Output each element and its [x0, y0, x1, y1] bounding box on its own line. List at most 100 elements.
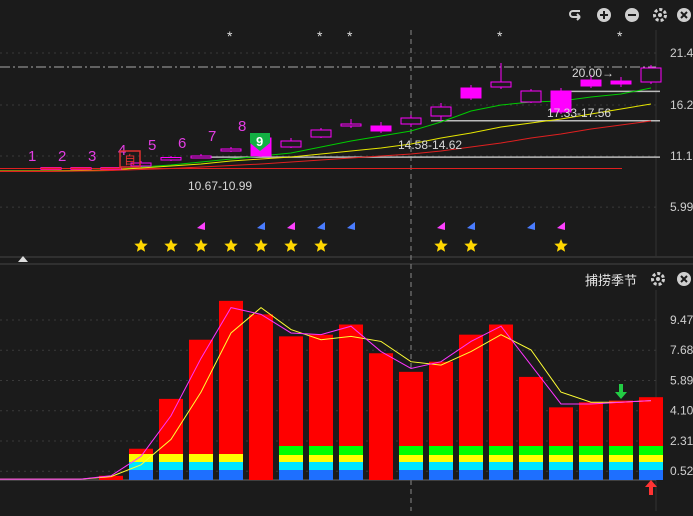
y-tick-label: 2.31	[670, 434, 693, 448]
candle	[610, 80, 632, 85]
candle	[520, 90, 542, 103]
close-icon[interactable]	[675, 270, 693, 288]
flag-marker	[437, 222, 445, 230]
band-segment	[429, 446, 453, 455]
nine-text: 9	[256, 134, 263, 149]
star-marker	[434, 239, 448, 252]
price-label: 10.67-10.99	[188, 179, 252, 193]
asterisk-marker: *	[347, 28, 353, 44]
band-segment	[189, 454, 213, 462]
flag-marker	[197, 222, 205, 230]
star-marker	[194, 239, 208, 252]
candle	[460, 87, 482, 99]
asterisk-marker: *	[617, 28, 623, 44]
flag-marker	[467, 222, 475, 230]
asterisk-marker: *	[227, 28, 233, 44]
star-marker	[134, 239, 148, 252]
arrow-up-icon	[645, 480, 657, 495]
band-segment	[519, 470, 543, 480]
band-segment	[549, 462, 573, 470]
band-segment	[459, 455, 483, 462]
star-marker	[224, 239, 238, 252]
indicator-title: 捕捞季节	[585, 274, 638, 289]
y-tick-label: 5.99	[670, 200, 693, 214]
band-segment	[639, 462, 663, 470]
band-segment	[279, 470, 303, 480]
y-tick-label: 5.89	[670, 373, 693, 387]
y-tick-label: 7.68	[670, 343, 693, 357]
band-segment	[549, 455, 573, 462]
band-segment	[219, 454, 243, 462]
star-marker	[284, 239, 298, 252]
candle	[580, 79, 602, 87]
badge-text: 自	[124, 153, 136, 167]
band-segment	[309, 455, 333, 462]
band-segment	[459, 462, 483, 470]
zoom-in-icon[interactable]	[595, 6, 613, 24]
band-segment	[339, 455, 363, 462]
settings-icon[interactable]	[649, 270, 667, 288]
y-tick-label: 11.1	[670, 149, 693, 163]
band-segment	[579, 455, 603, 462]
settings-icon[interactable]	[651, 6, 669, 24]
indicator-bar	[369, 353, 393, 480]
band-segment	[609, 470, 633, 480]
asterisk-marker: *	[317, 28, 323, 44]
band-segment	[279, 462, 303, 470]
undo-icon[interactable]	[567, 6, 585, 24]
band-segment	[279, 455, 303, 462]
band-segment	[339, 446, 363, 455]
band-segment	[309, 470, 333, 480]
flag-marker	[347, 222, 355, 230]
band-segment	[609, 446, 633, 455]
count-label: 6	[178, 135, 186, 152]
band-segment	[399, 455, 423, 462]
indicator-bar	[249, 314, 273, 480]
y-tick-label: 4.10	[670, 404, 693, 418]
band-segment	[639, 470, 663, 480]
band-segment	[459, 446, 483, 455]
band-segment	[129, 470, 153, 480]
count-label: 8	[238, 118, 246, 135]
indicator-bar	[219, 300, 243, 480]
band-segment	[399, 446, 423, 455]
band-segment	[519, 446, 543, 455]
band-segment	[639, 446, 663, 455]
band-segment	[159, 454, 183, 462]
band-segment	[159, 470, 183, 480]
candle	[340, 123, 362, 127]
band-segment	[609, 455, 633, 462]
flag-marker	[257, 222, 265, 230]
close-icon[interactable]	[675, 6, 693, 24]
flag-marker	[317, 222, 325, 230]
y-tick-label: 16.2	[670, 98, 693, 112]
band-segment	[309, 462, 333, 470]
zoom-out-icon[interactable]	[623, 6, 641, 24]
count-label: 2	[58, 148, 66, 165]
candle	[400, 117, 422, 125]
band-segment	[279, 446, 303, 455]
band-segment	[429, 455, 453, 462]
asterisk-marker: *	[497, 28, 503, 44]
flag-marker	[527, 222, 535, 230]
band-segment	[459, 470, 483, 480]
band-segment	[609, 462, 633, 470]
star-marker	[554, 239, 568, 252]
star-marker	[314, 239, 328, 252]
y-tick-label: 21.4	[670, 46, 693, 60]
y-tick-label: 0.52	[670, 464, 693, 478]
candle	[310, 129, 332, 138]
candle	[640, 67, 662, 83]
band-segment	[549, 470, 573, 480]
band-segment	[489, 470, 513, 480]
band-segment	[309, 446, 333, 455]
band-segment	[219, 470, 243, 480]
candle	[280, 140, 302, 148]
band-segment	[579, 462, 603, 470]
band-segment	[489, 455, 513, 462]
count-label: 5	[148, 137, 156, 154]
indicator-chart: 9.47 7.68 5.89 4.10 2.31 0.52	[0, 290, 693, 511]
candle-flat	[41, 167, 61, 170]
band-segment	[219, 462, 243, 470]
band-segment	[399, 470, 423, 480]
